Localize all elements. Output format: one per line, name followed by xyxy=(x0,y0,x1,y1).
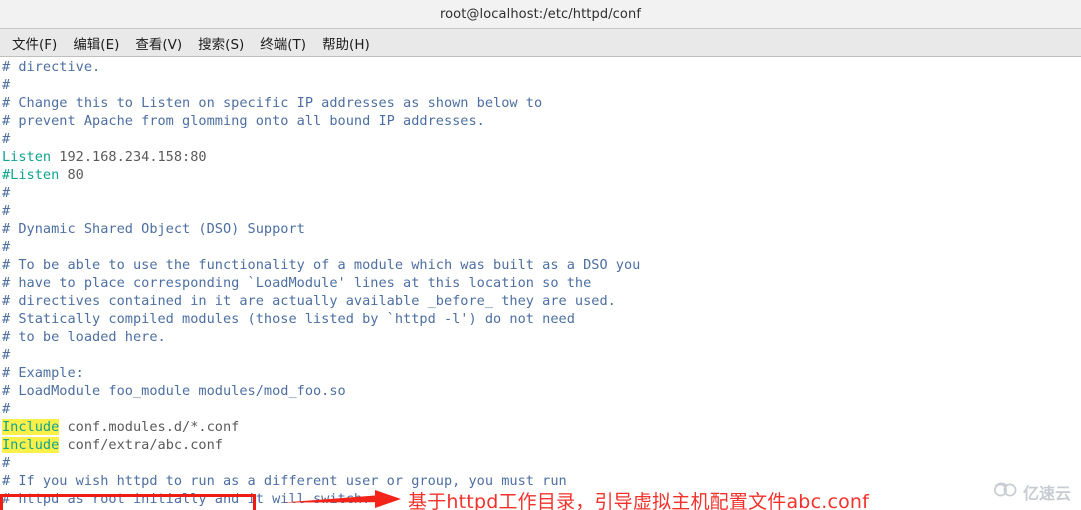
terminal-comment-text: # xyxy=(2,401,11,417)
terminal-line: # prevent Apache from glomming onto all … xyxy=(2,112,1081,130)
watermark: 亿速云 xyxy=(993,480,1071,504)
terminal-line: # xyxy=(2,76,1081,94)
terminal-comment-text: # have to place corresponding `LoadModul… xyxy=(2,275,592,291)
terminal-line: # xyxy=(2,346,1081,364)
include-extra-keyword: Include xyxy=(2,437,60,453)
listen-directive-keyword: Listen xyxy=(2,149,52,165)
terminal-comment-text: # LoadModule foo_module modules/mod_foo.… xyxy=(2,383,346,399)
terminal-line: # xyxy=(2,454,1081,472)
terminal-comment-text: # Change this to Listen on specific IP a… xyxy=(2,95,543,111)
terminal-comment-text: # xyxy=(2,347,11,363)
terminal-comment-text: # Dynamic Shared Object (DSO) Support xyxy=(2,221,305,237)
menu-edit[interactable]: 编辑(E) xyxy=(67,31,129,55)
terminal-comment-text: # xyxy=(2,203,11,219)
terminal-line: # To be able to use the functionality of… xyxy=(2,256,1081,274)
terminal-line: # Statically compiled modules (those lis… xyxy=(2,310,1081,328)
terminal-line: # Dynamic Shared Object (DSO) Support xyxy=(2,220,1081,238)
terminal-line: # directives contained in it are actuall… xyxy=(2,292,1081,310)
terminal-comment-text: # to be loaded here. xyxy=(2,329,166,345)
include-modules-keyword: Include xyxy=(2,419,60,435)
terminal-line: Listen 192.168.234.158:80 xyxy=(2,148,1081,166)
terminal-line: # LoadModule foo_module modules/mod_foo.… xyxy=(2,382,1081,400)
listen-commented-keyword: #Listen xyxy=(2,167,60,183)
menu-file[interactable]: 文件(F) xyxy=(6,31,67,55)
menu-help[interactable]: 帮助(H) xyxy=(316,31,380,55)
terminal-comment-text: # directives contained in it are actuall… xyxy=(2,293,616,309)
terminal-line: Include conf/extra/abc.conf xyxy=(2,436,1081,454)
terminal-comment-text: # xyxy=(2,131,11,147)
window-title: root@localhost:/etc/httpd/conf xyxy=(439,6,642,22)
listen-commented-value: 80 xyxy=(59,167,84,183)
terminal-comment-text: # xyxy=(2,239,11,255)
terminal-comment-text: # directive. xyxy=(2,59,101,75)
terminal-line: Include conf.modules.d/*.conf xyxy=(2,418,1081,436)
menubar: 文件(F) 编辑(E) 查看(V) 搜索(S) 终端(T) 帮助(H) xyxy=(0,29,1081,57)
terminal-line: # Change this to Listen on specific IP a… xyxy=(2,94,1081,112)
window-titlebar: root@localhost:/etc/httpd/conf xyxy=(0,0,1081,29)
terminal-line: # xyxy=(2,400,1081,418)
annotation-label: 基于httpd工作目录，引导虚拟主机配置文件abc.conf xyxy=(408,491,870,510)
terminal-lines: # directive. # # Change this to Listen on … xyxy=(2,58,1081,508)
watermark-text: 亿速云 xyxy=(1022,484,1071,503)
terminal-comment-text: # Statically compiled modules (those lis… xyxy=(2,311,575,327)
terminal-line: # xyxy=(2,238,1081,256)
terminal-comment-text: # Example: xyxy=(2,365,84,381)
terminal-text-area[interactable]: # directive. # # Change this to Listen on … xyxy=(0,58,1081,510)
listen-directive-value: 192.168.234.158:80 xyxy=(51,149,207,165)
include-modules-value: conf.modules.d/*.conf xyxy=(59,419,240,435)
terminal-line: # have to place corresponding `LoadModul… xyxy=(2,274,1081,292)
cloud-logo-icon xyxy=(993,481,1019,503)
annotation-arrow-icon xyxy=(283,485,403,510)
menu-search[interactable]: 搜索(S) xyxy=(192,31,254,55)
menu-terminal[interactable]: 终端(T) xyxy=(254,31,316,55)
terminal-comment-text: # xyxy=(2,185,11,201)
include-extra-value: conf/extra/abc.conf xyxy=(59,437,223,453)
terminal-line: # to be loaded here. xyxy=(2,328,1081,346)
terminal-comment-text: # xyxy=(2,77,11,93)
terminal-line: # xyxy=(2,130,1081,148)
terminal-comment-text: # prevent Apache from glomming onto all … xyxy=(2,113,485,129)
terminal-line: #Listen 80 xyxy=(2,166,1081,184)
terminal-comment-text: # To be able to use the functionality of… xyxy=(2,257,641,273)
terminal-line: # Example: xyxy=(2,364,1081,382)
terminal-line: # directive. xyxy=(2,58,1081,76)
terminal-line: # xyxy=(2,184,1081,202)
terminal-comment-text: # xyxy=(2,455,11,471)
terminal-line: # xyxy=(2,202,1081,220)
menu-view[interactable]: 查看(V) xyxy=(129,31,192,55)
